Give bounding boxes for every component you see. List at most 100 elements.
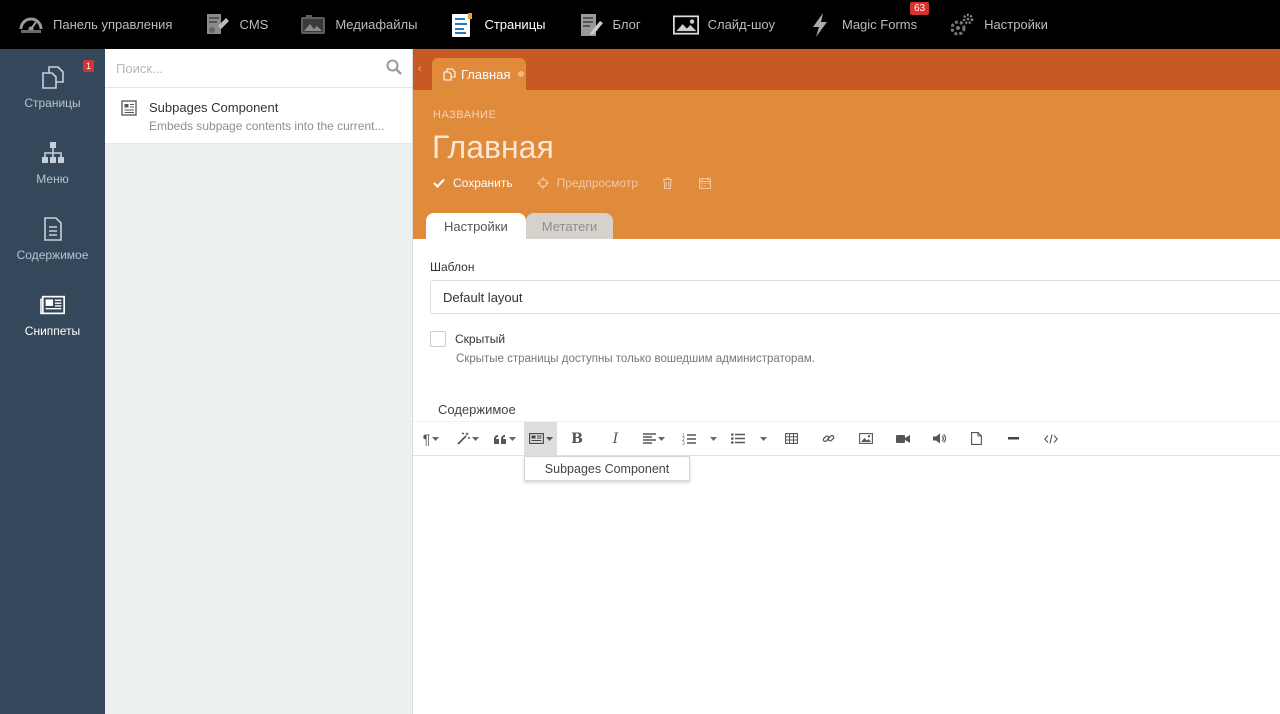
tab-settings[interactable]: Настройки [426,213,526,239]
unordered-list-button[interactable] [722,422,754,456]
newspaper-icon [39,292,66,318]
nav-item-pages[interactable]: Страницы [431,0,559,49]
bold-button[interactable]: B [557,422,597,456]
nav-item-dashboard[interactable]: Панель управления [0,0,186,49]
audio-button[interactable] [921,422,958,456]
paragraph-style-button[interactable] [449,422,486,456]
pages-icon [449,12,475,38]
sidebar-item-menu[interactable]: Меню [0,125,105,201]
title-field-label: НАЗВАНИЕ [433,109,497,121]
minus-icon [1008,437,1019,440]
hidden-field: Скрытый [430,331,1280,347]
nav-label: CMS [239,17,269,32]
volume-icon [932,433,946,444]
align-left-icon [643,433,656,444]
italic-icon: I [612,430,619,447]
video-button[interactable] [884,422,921,456]
tab-metatags[interactable]: Метатеги [525,213,614,239]
sidebar-item-label: Сниппеты [24,324,81,338]
snippet-dropdown-item[interactable]: Subpages Component [524,456,690,481]
editor-toolbar-actions: Сохранить Предпросмотр [433,176,737,190]
chevron-left-icon[interactable]: ‹ [418,63,422,75]
sidebar-item-label: Содержимое [16,248,89,262]
code-view-button[interactable] [1032,422,1070,456]
nav-item-blog[interactable]: Блог [560,0,655,49]
sidebar-item-snippets[interactable]: Сниппеты [0,277,105,353]
nav-item-cms[interactable]: CMS [186,0,282,49]
nav-item-settings[interactable]: Настройки [931,0,1062,49]
search-icon[interactable] [386,59,402,78]
caret-down-icon [658,436,665,441]
sidebar-item-pages[interactable]: Страницы 1 [0,49,105,125]
page-title-input[interactable]: Главная [432,129,554,166]
image-button[interactable] [847,422,884,456]
align-button[interactable] [634,422,674,456]
caret-down-icon [432,436,440,441]
lightning-icon [807,12,833,38]
snippet-panel: Subpages Component Embeds subpage conten… [105,49,413,714]
trash-icon [663,177,673,189]
italic-button[interactable]: I [597,422,634,456]
nav-label: Блог [612,17,641,32]
horizontal-rule-button[interactable] [995,422,1032,456]
preview-label: Предпросмотр [556,176,639,190]
file-text-icon [40,216,66,242]
nav-label: Медиафайлы [335,17,418,32]
ordered-list-options[interactable] [704,422,722,456]
settings-tabs: Настройки Метатеги [426,213,614,239]
paragraph-format-button[interactable]: ¶ [413,422,449,456]
nav-label: Страницы [484,17,546,32]
file-button[interactable] [958,422,995,456]
preview-button[interactable]: Предпросмотр [536,176,639,190]
crosshairs-icon [536,177,549,189]
nav-label: Magic Forms [842,17,918,32]
caret-down-icon [709,436,717,441]
blog-icon [578,12,604,38]
document-tab-label: Главная [461,66,511,82]
cms-icon [204,12,230,38]
dashboard-icon [18,12,44,38]
unsaved-dot-icon [518,71,525,77]
unordered-list-options[interactable] [754,422,772,456]
search-input[interactable] [116,60,386,76]
link-button[interactable] [810,422,847,456]
check-icon [433,178,445,188]
list-item[interactable]: Subpages Component Embeds subpage conten… [105,88,412,144]
nav-label: Настройки [984,17,1048,32]
newspaper-icon [121,100,137,116]
table-icon [784,433,798,444]
ordered-list-button[interactable]: 123 [674,422,704,456]
table-button[interactable] [772,422,810,456]
hidden-checkbox[interactable] [430,331,446,347]
newspaper-icon [528,433,544,444]
caret-down-icon [471,436,479,441]
image-icon [858,433,873,444]
nav-item-magic-forms[interactable]: Magic Forms 63 [789,0,931,49]
settings-form: Шаблон Default layout Скрытый Скрытые ст… [430,260,1280,365]
save-button[interactable]: Сохранить [433,176,513,190]
media-icon [300,12,326,38]
nav-item-media[interactable]: Медиафайлы [282,0,431,49]
schedule-button[interactable] [699,177,711,189]
calendar-icon [699,177,711,189]
quote-icon [494,434,506,444]
slideshow-icon [672,12,699,38]
video-camera-icon [895,434,910,443]
template-select[interactable]: Default layout [430,280,1280,314]
document-tab[interactable]: Главная [432,58,526,90]
code-icon [1044,433,1058,444]
file-icon [971,432,982,445]
snippets-button[interactable] [524,421,557,456]
document-tabs: ‹ Главная [413,49,1280,90]
sidebar-item-label: Меню [36,172,69,186]
nav-item-slideshow[interactable]: Слайд-шоу [655,0,789,49]
delete-button[interactable] [662,177,673,189]
sidebar-item-content[interactable]: Содержимое [0,201,105,277]
caret-down-icon [545,436,553,441]
page-editor: ‹ Главная НАЗВАНИЕ Главная Сохранить Пре… [413,49,1280,714]
template-label: Шаблон [430,260,475,274]
tab-content[interactable]: Содержимое [424,397,530,422]
gears-icon [949,12,975,38]
quote-button[interactable] [486,422,524,456]
hidden-label[interactable]: Скрытый [455,332,505,346]
